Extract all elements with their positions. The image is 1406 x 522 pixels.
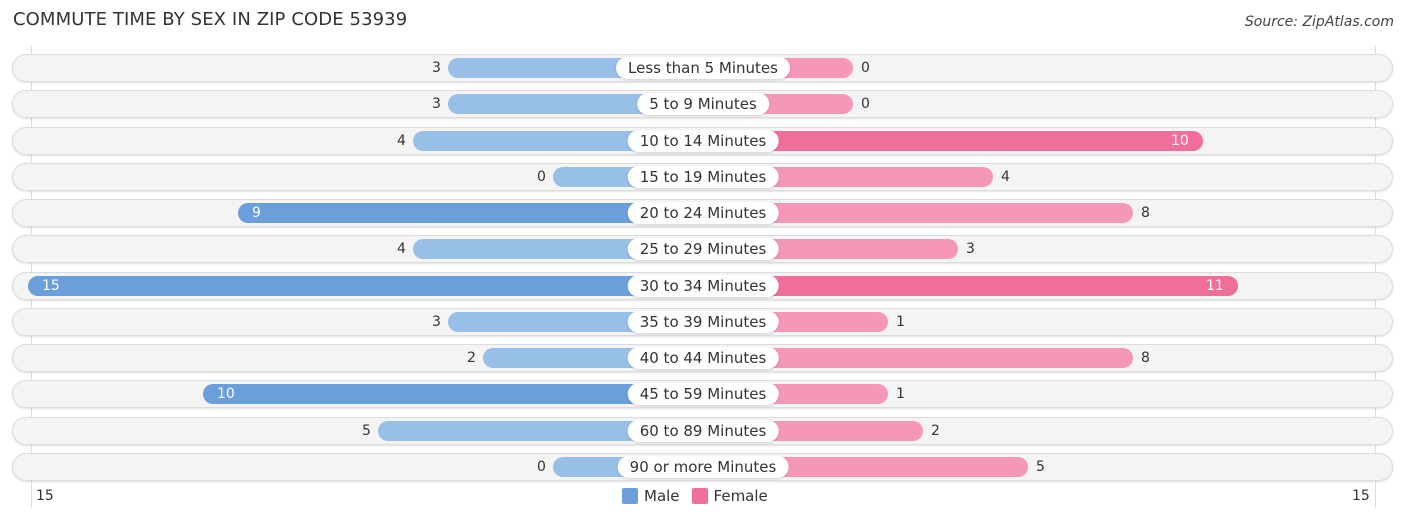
female-value-label: 10 <box>1171 133 1189 149</box>
category-label: 25 to 29 Minutes <box>627 238 779 260</box>
male-value-label: 5 <box>362 423 371 439</box>
female-value-label: 0 <box>861 60 870 76</box>
male-value-label: 4 <box>397 133 406 149</box>
female-value-label: 8 <box>1141 205 1150 221</box>
legend-label-male: Male <box>644 487 680 505</box>
legend-item-female[interactable]: Female <box>691 487 768 505</box>
female-bar[interactable] <box>703 276 1238 296</box>
male-value-label: 9 <box>252 205 261 221</box>
female-value-label: 11 <box>1206 278 1224 294</box>
female-value-label: 0 <box>861 96 870 112</box>
male-value-label: 3 <box>432 314 441 330</box>
category-label: Less than 5 Minutes <box>616 57 790 79</box>
category-label: 90 or more Minutes <box>617 456 789 478</box>
female-value-label: 4 <box>1001 169 1010 185</box>
male-value-label: 10 <box>217 386 235 402</box>
category-label: 35 to 39 Minutes <box>627 311 779 333</box>
male-value-label: 0 <box>537 169 546 185</box>
male-value-label: 0 <box>537 459 546 475</box>
male-swatch <box>622 488 638 504</box>
category-label: 5 to 9 Minutes <box>637 93 769 115</box>
legend-label-female: Female <box>713 487 768 505</box>
legend: Male Female <box>622 487 780 505</box>
category-label: 10 to 14 Minutes <box>627 130 779 152</box>
male-value-label: 3 <box>432 96 441 112</box>
male-value-label: 4 <box>397 241 406 257</box>
male-bar[interactable] <box>28 276 703 296</box>
category-label: 15 to 19 Minutes <box>627 166 779 188</box>
female-swatch <box>691 488 708 504</box>
female-value-label: 5 <box>1036 459 1045 475</box>
source-label: Source: ZipAtlas.com <box>1244 14 1394 30</box>
female-value-label: 1 <box>896 386 905 402</box>
female-value-label: 2 <box>931 423 940 439</box>
female-value-label: 3 <box>966 241 975 257</box>
category-label: 40 to 44 Minutes <box>627 347 779 369</box>
male-value-label: 2 <box>467 350 476 366</box>
chart-title: COMMUTE TIME BY SEX IN ZIP CODE 53939 <box>13 9 408 30</box>
female-value-label: 8 <box>1141 350 1150 366</box>
axis-left-label: 15 <box>36 488 54 504</box>
category-label: 30 to 34 Minutes <box>627 275 779 297</box>
legend-item-male[interactable]: Male <box>622 487 680 505</box>
male-value-label: 15 <box>42 278 60 294</box>
category-label: 45 to 59 Minutes <box>627 383 779 405</box>
female-value-label: 1 <box>896 314 905 330</box>
male-value-label: 3 <box>432 60 441 76</box>
axis-right-label: 15 <box>1352 488 1370 504</box>
category-label: 20 to 24 Minutes <box>627 202 779 224</box>
category-label: 60 to 89 Minutes <box>627 420 779 442</box>
